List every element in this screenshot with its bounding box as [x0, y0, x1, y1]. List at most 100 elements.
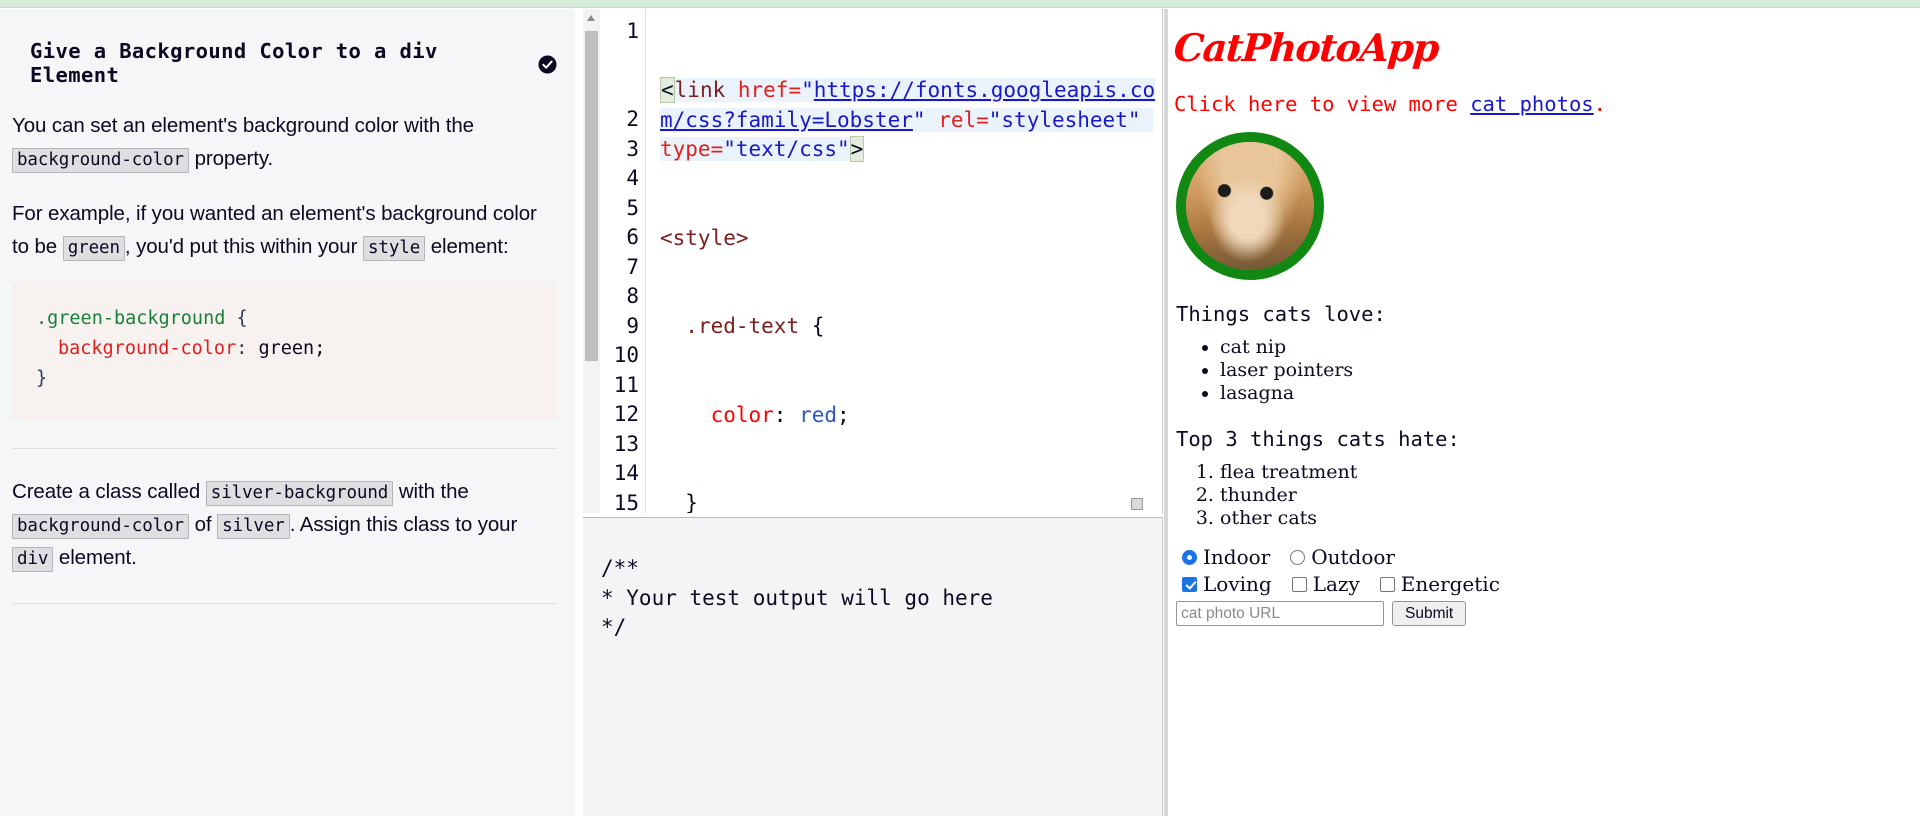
quote-close: ": [912, 107, 926, 132]
attr-rel: rel=: [938, 107, 989, 132]
list-item: thunder: [1220, 484, 1920, 506]
cat-photo-art: [1186, 142, 1314, 270]
hates-heading: Top 3 things cats hate:: [1176, 426, 1460, 451]
code-value: green;: [258, 337, 326, 359]
code-content[interactable]: <link href="https://fonts.googleapis.com…: [646, 9, 1162, 513]
code-line-5[interactable]: }: [660, 489, 1162, 513]
checkbox-energetic[interactable]: Energetic: [1374, 572, 1500, 596]
radio-indoor-label: Indoor: [1203, 545, 1271, 570]
code-colon: :: [236, 337, 248, 359]
challenge-workspace: Give a Background Color to a div Element…: [0, 0, 1920, 816]
line-number: 11: [613, 372, 639, 397]
cursor-bracket: <: [660, 77, 675, 103]
list-item: flea treatment: [1220, 461, 1920, 483]
code-open-brace: {: [236, 307, 248, 329]
code-line-1[interactable]: <link href="https://fonts.googleapis.com…: [660, 76, 1162, 165]
semicolon: ;: [837, 402, 850, 427]
code-selector: .green-background: [36, 307, 226, 329]
inline-code-background-color-2: background-color: [12, 513, 189, 539]
code-line-2[interactable]: <style>: [660, 224, 1162, 254]
output-line-1: /**: [601, 556, 639, 580]
checkbox-energetic-icon[interactable]: [1379, 576, 1395, 592]
code-property: background-color: [58, 337, 237, 359]
line-number: 6: [626, 225, 639, 249]
test-output-panel: /** * Your test output will go here */: [583, 517, 1163, 816]
submit-button[interactable]: Submit: [1392, 601, 1467, 627]
task-text-b: with the: [398, 479, 469, 503]
panel-gap: [575, 9, 583, 816]
type-value: "text/css": [723, 137, 850, 161]
personality-checkbox-group: Loving Lazy Energetic: [1176, 572, 1920, 596]
colon: :: [773, 402, 800, 427]
checkbox-lazy[interactable]: Lazy: [1286, 572, 1360, 596]
radio-outdoor-icon[interactable]: [1290, 549, 1306, 565]
code-close-brace: }: [36, 367, 48, 389]
line-number-gutter: 1 2 3 4 5 6 7 8 9 10 11 12 13 14 15: [600, 9, 646, 513]
editor-scrollbar[interactable]: [583, 9, 600, 513]
rel-value: "stylesheet": [988, 107, 1141, 132]
cursor-bracket-close: >: [849, 136, 865, 162]
task-paragraph: Create a class called silver-background …: [12, 475, 557, 575]
instructions-panel: Give a Background Color to a div Element…: [0, 9, 575, 816]
things-cats-love-list: cat nip laser pointers lasagna: [1174, 336, 1920, 405]
radio-outdoor[interactable]: Outdoor: [1284, 545, 1395, 569]
inline-code-silver-background: silver-background: [205, 480, 394, 506]
property-color: color: [660, 402, 774, 427]
inline-code-green: green: [62, 236, 125, 262]
line-number: 14: [613, 461, 639, 485]
code-area[interactable]: 1 2 3 4 5 6 7 8 9 10 11 12 13 14 15 <lin…: [600, 9, 1162, 513]
section-divider-top: [12, 447, 557, 449]
code-line-3[interactable]: .red-text {: [660, 312, 1162, 342]
editor-scroll-up-arrow-icon[interactable]: [587, 15, 595, 21]
description-paragraph-2: For example, if you wanted an element's …: [12, 197, 557, 264]
desc2-text-c: element:: [430, 235, 509, 259]
task-text-a: Create a class called: [12, 479, 201, 503]
line-number: 9: [626, 313, 639, 338]
top-progress-strip: [0, 0, 1920, 8]
checkbox-lazy-icon[interactable]: [1291, 576, 1307, 592]
output-line-3: */: [601, 615, 627, 639]
preview-divider-rail: [1164, 9, 1168, 816]
cat-photos-link[interactable]: cat photos: [1470, 92, 1593, 116]
list-item: other cats: [1220, 507, 1920, 529]
intro-text-after: .: [1593, 92, 1606, 116]
line-number: 8: [626, 284, 639, 308]
attr-href: href=: [725, 78, 802, 102]
list-item: laser pointers: [1220, 359, 1920, 381]
line-number: 3: [626, 136, 639, 161]
inline-code-style: style: [362, 236, 426, 262]
code-line-4[interactable]: color: red;: [660, 401, 1162, 431]
editor-scrollbar-thumb[interactable]: [585, 31, 598, 361]
checkbox-loving[interactable]: Loving: [1176, 572, 1272, 596]
loves-heading: Things cats love:: [1176, 302, 1386, 326]
desc1-text-b: property.: [194, 147, 274, 171]
cat-form: Indoor Outdoor Loving Lazy Energetic cat…: [1176, 545, 1920, 627]
preview-panel: CatPhotoApp Click here to view more cat …: [1164, 9, 1920, 816]
intro-text-before: Click here to view more: [1174, 92, 1471, 116]
code-editor-panel[interactable]: 1 2 3 4 5 6 7 8 9 10 11 12 13 14 15 <lin…: [583, 9, 1163, 513]
line-number: 4: [626, 166, 639, 190]
list-item: lasagna: [1220, 382, 1920, 404]
radio-outdoor-label: Outdoor: [1311, 545, 1395, 570]
indoor-outdoor-radio-group: Indoor Outdoor: [1176, 545, 1920, 569]
section-divider-bottom: [12, 602, 557, 604]
task-text-d: . Assign this class to your: [289, 512, 518, 536]
radio-indoor[interactable]: Indoor: [1176, 545, 1270, 569]
editor-resize-handle[interactable]: [1131, 498, 1143, 510]
code-block-line-1: .green-background {: [36, 304, 533, 334]
checkbox-loving-icon[interactable]: [1182, 576, 1197, 592]
code-block-line-2: background-color: green;: [36, 334, 533, 364]
check-circle-icon: [538, 54, 557, 74]
task-text-c: of: [194, 512, 212, 536]
checkbox-lazy-label: Lazy: [1312, 572, 1360, 597]
desc2-text-b: , you'd put this within your: [124, 235, 358, 259]
cat-photo-image[interactable]: [1176, 132, 1324, 280]
desc1-text-a: You can set an element's background colo…: [12, 114, 474, 137]
things-cats-hate-list: flea treatment thunder other cats: [1174, 461, 1920, 530]
radio-indoor-icon[interactable]: [1182, 549, 1197, 565]
submit-row: Submit: [1176, 601, 1920, 627]
cat-photo-url-input[interactable]: [1176, 601, 1384, 627]
example-code-block: .green-background { background-color: gr…: [12, 281, 557, 420]
checkbox-energetic-label: Energetic: [1400, 572, 1500, 597]
code-block-line-3: }: [36, 364, 533, 394]
